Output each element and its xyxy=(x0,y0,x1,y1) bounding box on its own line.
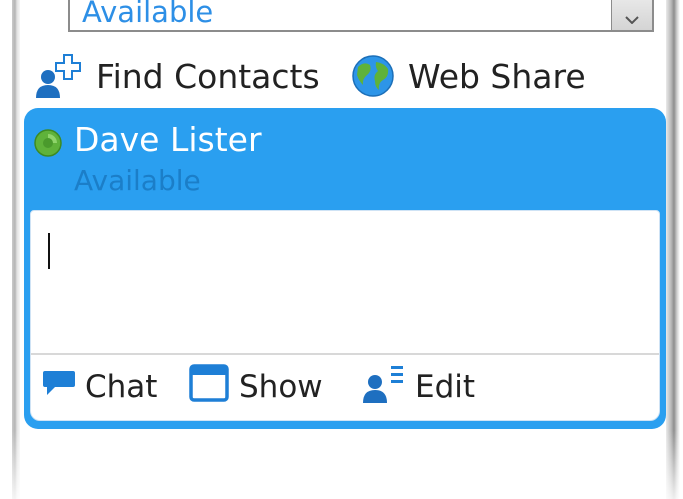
text-caret xyxy=(48,233,50,269)
contacts-window: Available Find Contacts Web Share Dave L… xyxy=(0,0,683,499)
contact-card[interactable]: Dave Lister Available Chat Show Edit xyxy=(24,108,666,429)
globe-icon xyxy=(348,53,398,99)
add-contact-icon xyxy=(34,53,86,99)
contact-header[interactable]: Dave Lister Available xyxy=(24,108,666,208)
contact-status: Available xyxy=(74,164,201,197)
bottom-fade xyxy=(0,430,683,499)
dropdown-arrow-icon[interactable] xyxy=(611,0,652,30)
contact-name: Dave Lister xyxy=(74,120,262,159)
status-dropdown[interactable]: Available xyxy=(68,0,654,32)
edit-button[interactable]: Edit xyxy=(361,365,475,409)
chat-bubble-icon xyxy=(41,367,77,407)
find-contacts-label: Find Contacts xyxy=(96,56,320,96)
web-share-label: Web Share xyxy=(408,56,586,96)
edit-contact-icon xyxy=(361,362,407,412)
presence-online-icon xyxy=(33,128,63,158)
find-contacts-button[interactable]: Find Contacts xyxy=(34,52,320,100)
window-icon xyxy=(187,362,231,412)
status-dropdown-value: Available xyxy=(82,0,214,29)
show-label: Show xyxy=(239,369,323,405)
chat-button[interactable]: Chat xyxy=(41,365,157,409)
chat-label: Chat xyxy=(85,369,158,405)
window-left-border xyxy=(12,0,20,499)
edit-label: Edit xyxy=(415,369,476,405)
message-area[interactable]: Chat Show Edit xyxy=(30,210,660,421)
show-button[interactable]: Show xyxy=(187,362,323,412)
web-share-button[interactable]: Web Share xyxy=(348,52,586,100)
message-input[interactable] xyxy=(37,215,655,353)
window-right-border[interactable] xyxy=(666,0,680,499)
contact-action-bar: Chat Show Edit xyxy=(31,353,659,419)
